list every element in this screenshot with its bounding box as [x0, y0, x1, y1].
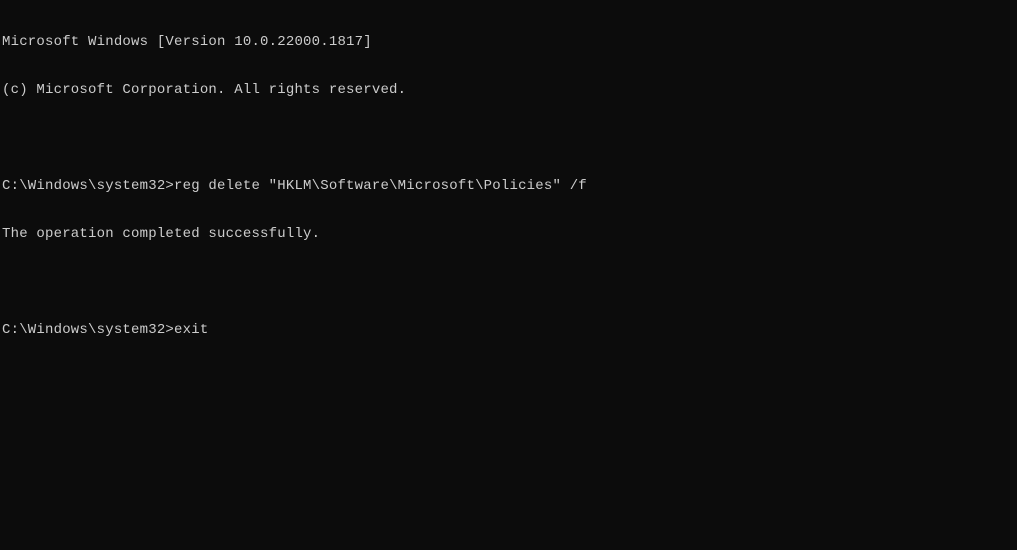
prompt-1: C:\Windows\system32>	[2, 178, 174, 194]
command-2: exit	[174, 322, 208, 338]
banner-line-1: Microsoft Windows [Version 10.0.22000.18…	[2, 34, 1017, 50]
blank-line	[2, 130, 1017, 146]
command-line-2: C:\Windows\system32>exit	[2, 322, 1017, 338]
result-1: The operation completed successfully.	[2, 226, 1017, 242]
prompt-2: C:\Windows\system32>	[2, 322, 174, 338]
command-1: reg delete "HKLM\Software\Microsoft\Poli…	[174, 178, 587, 194]
command-line-1: C:\Windows\system32>reg delete "HKLM\Sof…	[2, 178, 1017, 194]
command-prompt-terminal[interactable]: Microsoft Windows [Version 10.0.22000.18…	[0, 0, 1017, 550]
banner-line-2: (c) Microsoft Corporation. All rights re…	[2, 82, 1017, 98]
blank-line	[2, 274, 1017, 290]
